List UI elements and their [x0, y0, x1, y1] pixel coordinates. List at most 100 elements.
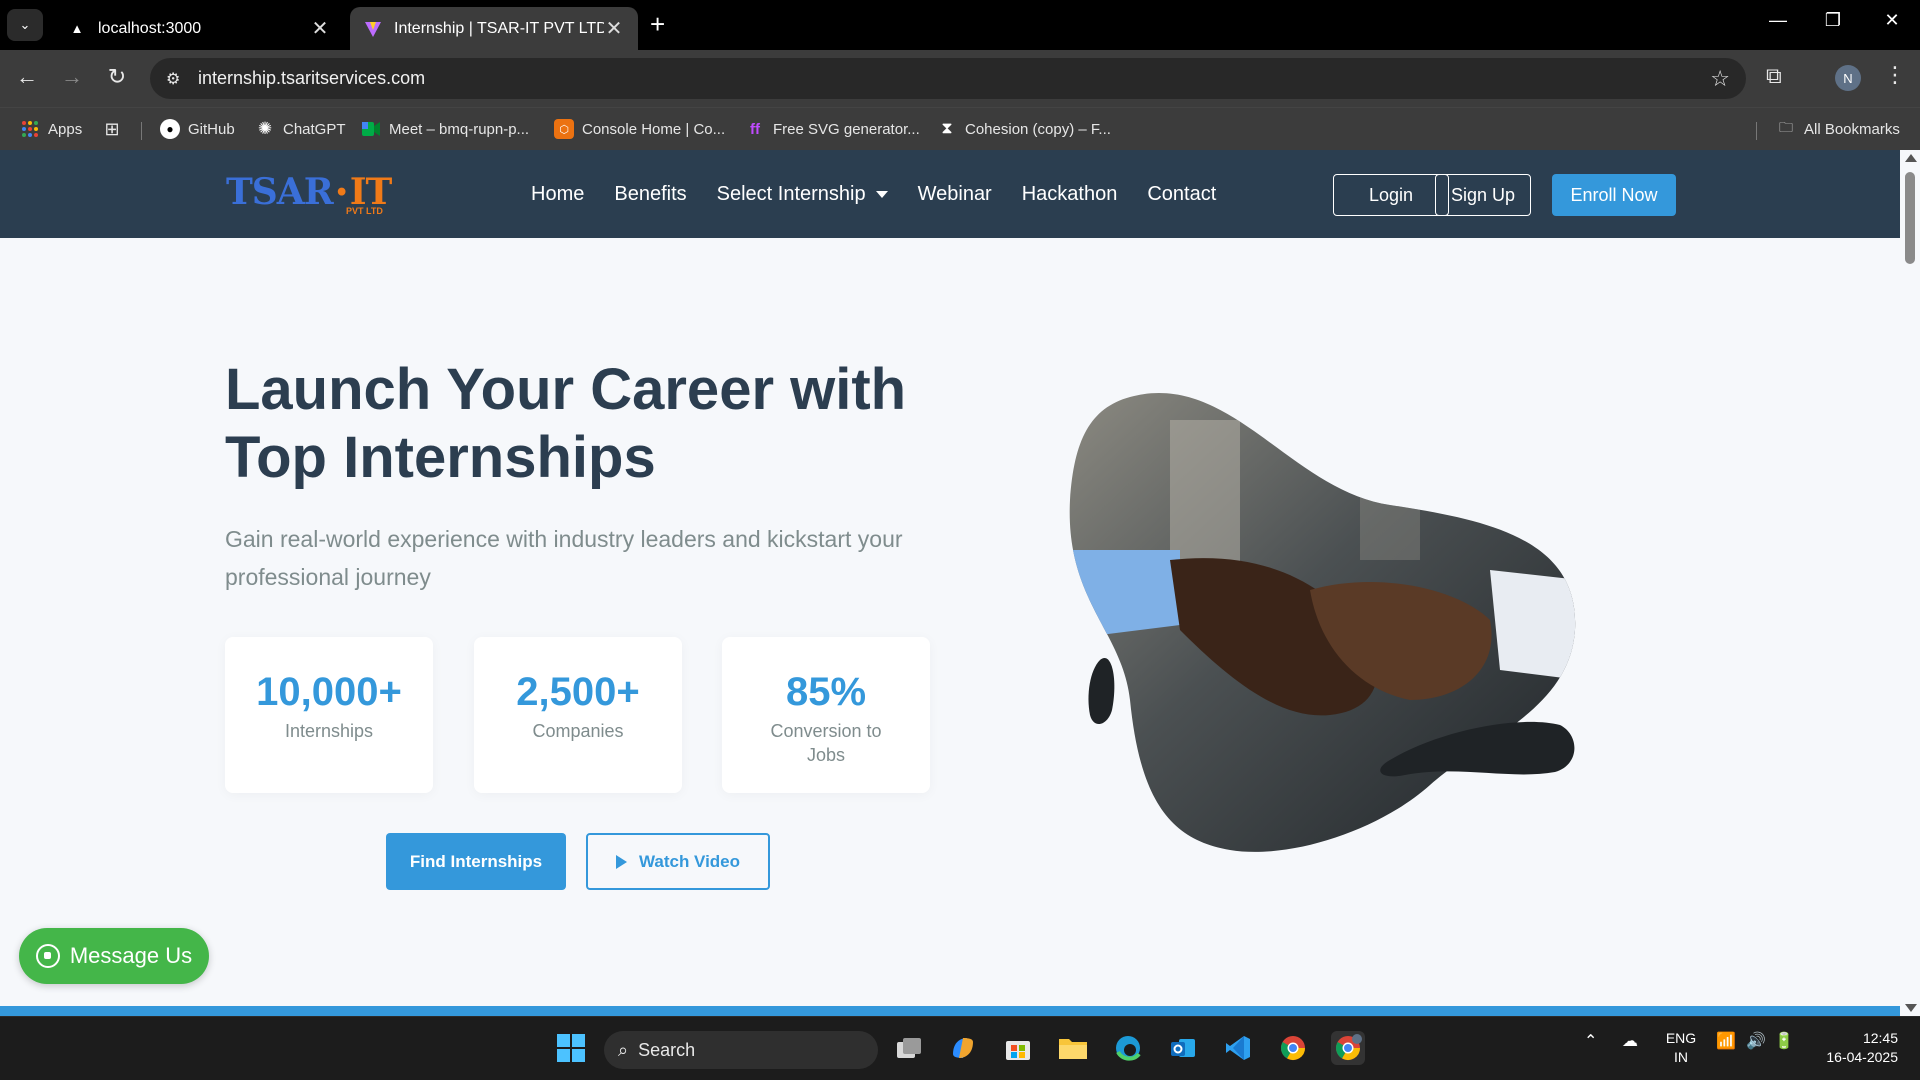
- watch-video-label: Watch Video: [638, 851, 741, 871]
- signup-button[interactable]: Sign Up: [1435, 174, 1531, 216]
- new-tab-button[interactable]: +: [650, 10, 665, 38]
- all-bookmarks-label: All Bookmarks: [1804, 120, 1900, 138]
- url-text[interactable]: internship.tsaritservices.com: [198, 68, 425, 89]
- whatsapp-icon: [35, 944, 60, 968]
- microsoft-store-icon[interactable]: [1001, 1031, 1035, 1065]
- nav-contact[interactable]: Contact: [1147, 183, 1216, 206]
- scroll-down-icon[interactable]: [1905, 1004, 1917, 1012]
- battery-icon[interactable]: 🔋: [1774, 1031, 1794, 1051]
- hero-title-line2: Top Internships: [225, 425, 656, 490]
- wifi-icon[interactable]: 📶: [1716, 1031, 1736, 1051]
- extensions-icon[interactable]: ⧉: [1766, 63, 1782, 89]
- bookmark-svg-generator[interactable]: ff Free SVG generator...: [745, 116, 920, 142]
- all-bookmarks[interactable]: 🗀 All Bookmarks: [1776, 116, 1900, 142]
- edge-icon[interactable]: [1111, 1031, 1145, 1065]
- stat-value: 85%: [785, 670, 867, 714]
- framer-icon: ⧗: [941, 120, 953, 137]
- system-clock[interactable]: 12:45 16-04-2025: [1812, 1029, 1898, 1067]
- tab-internship[interactable]: Internship | TSAR-IT PVT LTD ✕: [350, 7, 638, 50]
- scroll-up-icon[interactable]: [1905, 154, 1917, 162]
- chrome-icon[interactable]: [1276, 1031, 1310, 1065]
- hero-title: Launch Your Career with Top Internships: [225, 356, 985, 492]
- onedrive-icon[interactable]: ☁: [1622, 1031, 1638, 1051]
- show-hidden-icons[interactable]: ⌃: [1584, 1031, 1597, 1051]
- back-icon[interactable]: ←: [12, 64, 42, 90]
- copilot-icon[interactable]: [946, 1031, 980, 1065]
- chevron-down-icon: [875, 190, 888, 198]
- bookmark-apps[interactable]: Apps: [20, 116, 82, 142]
- tab-close-icon[interactable]: ✕: [604, 16, 624, 41]
- message-us-button[interactable]: Message Us: [19, 928, 209, 984]
- tab-groups-icon[interactable]: ⊞: [102, 116, 130, 142]
- apps-grid-icon: [20, 119, 40, 139]
- bookmark-github[interactable]: ● GitHub: [160, 116, 235, 142]
- stat-label: Conversion to Jobs: [770, 721, 882, 765]
- bookmark-console-home[interactable]: ⬡ Console Home | Co...: [554, 116, 725, 142]
- chrome-profile-icon[interactable]: [1331, 1031, 1365, 1065]
- profile-avatar[interactable]: N: [1835, 65, 1861, 91]
- scroll-thumb[interactable]: [1905, 172, 1915, 264]
- omnibox[interactable]: ⚙ internship.tsaritservices.com ☆: [150, 58, 1746, 99]
- browser-menu-icon[interactable]: ⋮: [1884, 62, 1906, 88]
- folder-icon: 🗀: [1779, 119, 1793, 135]
- stat-value: 10,000+: [256, 670, 402, 714]
- restore-icon[interactable]: ❐: [1813, 10, 1853, 31]
- bookmark-label: Console Home | Co...: [582, 120, 726, 138]
- language-indicator[interactable]: ENG IN: [1662, 1029, 1700, 1067]
- nav-home[interactable]: Home: [531, 183, 584, 206]
- tab-close-icon[interactable]: ✕: [310, 16, 330, 41]
- tab-title: localhost:3000: [98, 19, 202, 37]
- bookmark-star-icon[interactable]: ☆: [1710, 66, 1730, 92]
- github-icon: ●: [160, 119, 180, 139]
- bookmark-label: Meet – bmq-rupn-p...: [389, 120, 530, 138]
- find-internships-button[interactable]: Find Internships: [386, 833, 566, 890]
- logo-main-text: TSAR: [226, 171, 334, 213]
- minimize-icon[interactable]: —: [1758, 10, 1798, 31]
- nav-webinar[interactable]: Webinar: [918, 183, 992, 206]
- main-menu: Home Benefits Select Internship Webinar …: [531, 150, 1246, 238]
- nav-hackathon[interactable]: Hackathon: [1022, 183, 1118, 206]
- logo-dot: •: [334, 180, 349, 206]
- tab-search-button[interactable]: ⌄: [7, 9, 43, 41]
- task-view-icon[interactable]: [892, 1031, 926, 1065]
- tab-title: Internship | TSAR-IT PVT LTD: [394, 19, 604, 37]
- windows-start-icon[interactable]: [554, 1031, 588, 1065]
- section-divider: [0, 1006, 1900, 1016]
- window-close-icon[interactable]: ✕: [1872, 10, 1912, 31]
- bookmark-chatgpt[interactable]: ✺ ChatGPT: [255, 116, 346, 142]
- page-scrollbar[interactable]: [1900, 150, 1920, 1016]
- hero-subtitle: Gain real-world experience with industry…: [225, 526, 903, 590]
- tsar-it-logo[interactable]: TSAR•IT PVT LTD: [226, 170, 392, 216]
- windows-taskbar: ⌕ Search ⌃ ☁ ENG IN 📶 🔊 🔋 12:45 16-04-20…: [0, 1016, 1920, 1080]
- nav-select-internship[interactable]: Select Internship: [717, 183, 888, 206]
- browser-tab-bar: ⌄ ▲ localhost:3000 ✕ Internship | TSAR-I…: [0, 0, 1920, 50]
- watch-video-button[interactable]: Watch Video: [586, 833, 770, 890]
- bookmark-meet[interactable]: Meet – bmq-rupn-p...: [361, 116, 529, 142]
- vscode-icon[interactable]: [1221, 1031, 1255, 1065]
- outlook-icon[interactable]: [1166, 1031, 1200, 1065]
- volume-icon[interactable]: 🔊: [1746, 1031, 1766, 1051]
- aws-console-icon: ⬡: [554, 119, 574, 139]
- site-info-icon[interactable]: ⚙: [166, 69, 188, 89]
- site-navbar: TSAR•IT PVT LTD Home Benefits Select Int…: [0, 150, 1900, 238]
- bookmark-label: GitHub: [188, 120, 235, 138]
- login-button[interactable]: Login: [1333, 174, 1449, 216]
- enroll-now-button[interactable]: Enroll Now: [1552, 174, 1676, 216]
- bookmark-cohesion[interactable]: ⧗ Cohesion (copy) – F...: [937, 116, 1111, 142]
- reload-icon[interactable]: ↻: [102, 64, 132, 90]
- stat-value: 2,500+: [516, 670, 640, 714]
- stat-card: 85% Conversion to Jobs: [722, 637, 930, 793]
- language-code: ENG: [1665, 1030, 1697, 1046]
- bookmark-separator: [141, 122, 142, 140]
- taskbar-search[interactable]: ⌕ Search: [604, 1031, 878, 1069]
- grid-icon: ⊞: [104, 118, 120, 139]
- stat-card: 2,500+ Companies: [474, 637, 682, 793]
- address-bar-row: ← → ↻ ⚙ internship.tsaritservices.com ☆ …: [0, 50, 1920, 107]
- file-explorer-icon[interactable]: [1056, 1031, 1090, 1065]
- nav-benefits[interactable]: Benefits: [614, 183, 686, 206]
- stat-card: 10,000+ Internships: [225, 637, 433, 793]
- play-icon: [615, 854, 627, 869]
- tab-localhost[interactable]: ▲ localhost:3000 ✕: [54, 7, 344, 50]
- bookmark-label: Free SVG generator...: [773, 120, 920, 138]
- forward-icon[interactable]: →: [57, 64, 87, 90]
